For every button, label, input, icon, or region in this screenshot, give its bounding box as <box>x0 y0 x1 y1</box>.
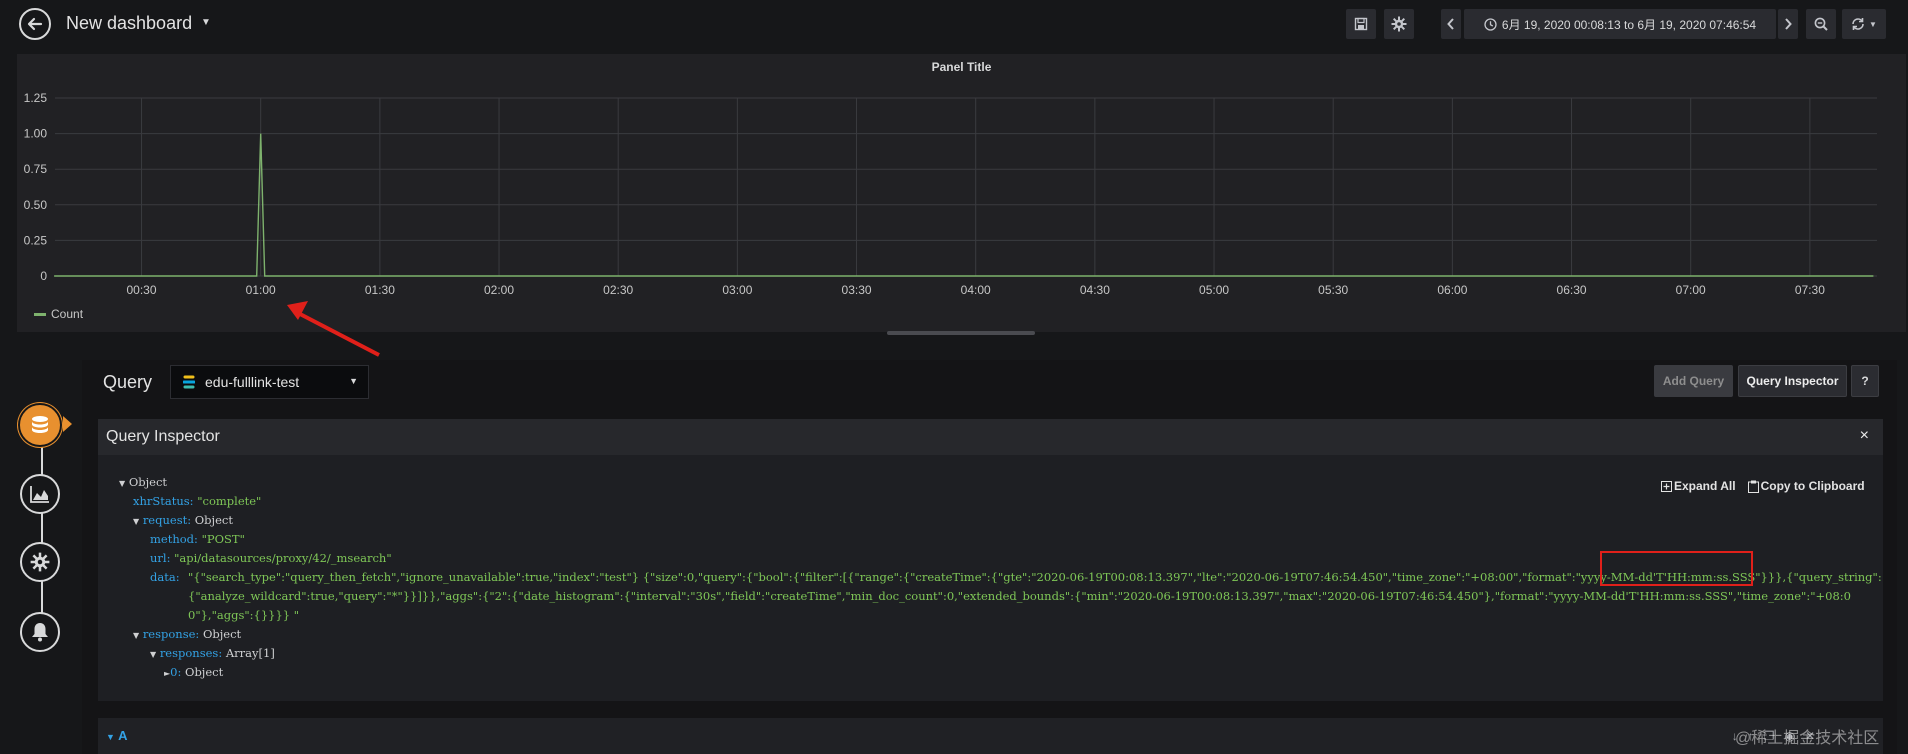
back-button[interactable] <box>19 8 51 40</box>
dashboard-title[interactable]: New dashboard <box>66 13 192 34</box>
chevron-down-icon: ▼ <box>106 732 115 742</box>
active-tab-arrow <box>63 416 72 432</box>
refresh-button[interactable]: ▼ <box>1842 9 1886 39</box>
tree-response-item[interactable]: ►0: Object <box>164 663 223 683</box>
legend-swatch <box>34 312 46 316</box>
database-icon <box>32 416 48 433</box>
chevron-down-icon: ▼ <box>349 376 358 386</box>
x-tick-label: 05:30 <box>1318 283 1348 294</box>
x-tick-label: 06:00 <box>1437 283 1467 294</box>
clock-icon <box>1484 17 1497 31</box>
refresh-icon <box>1852 18 1864 30</box>
chart-area-icon <box>30 486 49 503</box>
sidebar-visualization-tab[interactable] <box>20 474 60 514</box>
query-row-a: ▼ A ↓ ↑ ❐ ◉ ✕ <box>98 718 1883 754</box>
x-tick-label: 07:00 <box>1676 283 1706 294</box>
help-button[interactable]: ? <box>1851 365 1879 397</box>
chevron-down-icon: ▼ <box>1869 19 1877 29</box>
save-icon <box>1354 17 1368 31</box>
y-tick-label: 0.50 <box>24 198 48 212</box>
x-tick-label: 02:30 <box>603 283 633 294</box>
x-tick-label: 05:00 <box>1199 283 1229 294</box>
chevron-left-icon <box>1447 18 1454 30</box>
datasource-name: edu-fulllink-test <box>205 374 300 390</box>
x-tick-label: 06:30 <box>1557 283 1587 294</box>
chevron-down-icon[interactable]: ▼ <box>201 17 211 28</box>
arrow-left-icon <box>27 17 43 31</box>
plus-square-icon <box>1661 480 1672 492</box>
time-forward-button[interactable] <box>1778 9 1798 39</box>
gear-icon <box>1391 16 1407 32</box>
x-tick-label: 03:00 <box>722 283 752 294</box>
y-tick-label: 0.25 <box>24 233 48 247</box>
tree-method: method: "POST" <box>150 532 245 546</box>
zoom-out-icon <box>1814 17 1828 31</box>
query-section-label: Query <box>103 372 153 392</box>
y-tick-label: 0 <box>40 269 47 283</box>
tree-xhrstatus: xhrStatus: "complete" <box>133 494 262 508</box>
time-range-text: 6月 19, 2020 00:08:13 to 6月 19, 2020 07:4… <box>1501 17 1757 32</box>
legend-label: Count <box>51 307 84 321</box>
time-back-button[interactable] <box>1441 9 1461 39</box>
y-tick-label: 1.00 <box>24 127 48 141</box>
add-query-button[interactable]: Add Query <box>1654 365 1733 397</box>
x-tick-label: 01:00 <box>246 283 276 294</box>
close-icon[interactable]: × <box>1860 427 1869 445</box>
copy-clipboard-button[interactable]: Copy to Clipboard <box>1747 479 1865 493</box>
sidebar-queries-tab[interactable] <box>20 405 60 445</box>
x-tick-label: 03:30 <box>842 283 872 294</box>
gear-icon <box>30 552 50 572</box>
tree-root[interactable]: ▼ Object <box>119 473 167 493</box>
tree-data-key: data: <box>150 570 180 584</box>
panel-resize-handle[interactable] <box>887 331 1035 335</box>
zoom-out-button[interactable] <box>1806 9 1836 39</box>
query-row-label: A <box>118 728 128 743</box>
query-row-toggle[interactable]: ▼ A <box>106 728 127 743</box>
tree-request[interactable]: ▼ request: Object <box>133 511 233 531</box>
line-chart: 0 0.25 0.50 0.75 1.00 1.25 00:30 01:00 01:30 02:0… <box>24 91 1877 294</box>
chevron-right-icon <box>1785 18 1792 30</box>
x-tick-label: 04:30 <box>1080 283 1110 294</box>
tree-url: url: "api/datasources/proxy/42/_msearch" <box>150 551 392 565</box>
bell-icon <box>32 623 48 642</box>
inspector-header: Query Inspector × <box>98 419 1883 455</box>
x-tick-label: 07:30 <box>1795 283 1825 294</box>
x-tick-label: 04:00 <box>961 283 991 294</box>
elasticsearch-icon <box>183 375 195 389</box>
tree-responses[interactable]: ▼ responses: Array[1] <box>150 644 275 664</box>
graph-panel: Panel Title 0 0.25 0.50 0.75 1.00 1.25 00:30 01… <box>17 54 1906 332</box>
y-tick-label: 1.25 <box>24 91 48 105</box>
settings-button[interactable] <box>1384 9 1414 39</box>
copy-clipboard-label: Copy to Clipboard <box>1760 479 1865 493</box>
x-tick-label: 01:30 <box>365 283 395 294</box>
expand-all-label: Expand All <box>1674 479 1736 493</box>
tree-response[interactable]: ▼ response: Object <box>133 625 241 645</box>
legend[interactable]: Count <box>34 307 83 321</box>
datasource-picker[interactable]: edu-fulllink-test ▼ <box>170 365 369 399</box>
sidebar-alert-tab[interactable] <box>20 612 60 652</box>
inspector-actions: Expand All Copy to Clipboard <box>1661 479 1865 493</box>
time-range-picker[interactable]: 6月 19, 2020 00:08:13 to 6月 19, 2020 07:4… <box>1464 9 1776 39</box>
top-navbar: New dashboard ▼ 6月 19, 2020 00:08:13 to … <box>0 0 1908 50</box>
expand-all-button[interactable]: Expand All <box>1661 479 1736 493</box>
highlight-box <box>1600 551 1753 586</box>
sidebar-general-tab[interactable] <box>20 542 60 582</box>
inspector-title: Query Inspector <box>106 428 220 445</box>
y-tick-label: 0.75 <box>24 162 48 176</box>
x-tick-label: 02:00 <box>484 283 514 294</box>
clipboard-icon <box>1747 480 1759 493</box>
save-button[interactable] <box>1346 9 1376 39</box>
x-tick-label: 00:30 <box>127 283 157 294</box>
query-inspector-button[interactable]: Query Inspector <box>1738 365 1847 397</box>
watermark: @稀土掘金技术社区 <box>1735 730 1880 747</box>
